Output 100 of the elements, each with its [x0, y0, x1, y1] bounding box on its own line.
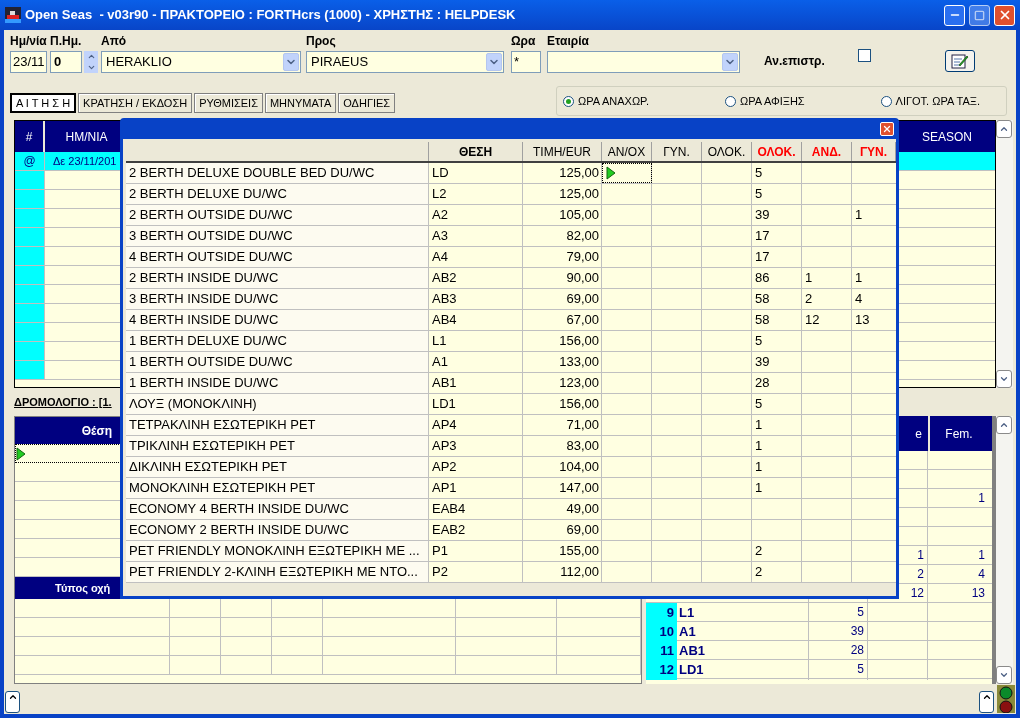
table-cell: 2 BERTH DELUXE DU/WC	[126, 184, 429, 204]
dropdown-icon[interactable]	[722, 53, 738, 71]
table-cell: AB2	[429, 268, 523, 288]
ship-icon	[5, 7, 21, 23]
chevron-up-icon[interactable]	[7, 692, 18, 702]
time-field[interactable]: *	[511, 51, 541, 73]
column-header: SEASON	[921, 128, 973, 146]
table-cell: 1 BERTH INSIDE DU/WC	[126, 373, 429, 393]
scroll-up-button[interactable]	[996, 120, 1012, 138]
column-header: ΓΥΝ.	[852, 142, 896, 161]
table-cell: 69,00	[523, 520, 602, 540]
table-cell: 5	[809, 603, 868, 623]
field-label: Π.Ημ.	[50, 34, 83, 50]
column-header: Θέση	[80, 422, 113, 440]
table-cell: ΤΕΤΡΑΚΛΙΝΗ ΕΣΩΤΕΡΙΚΗ PET	[126, 415, 429, 435]
table-cell-text: 1	[854, 206, 864, 225]
row-pointer-icon	[16, 446, 26, 461]
current-cell[interactable]	[602, 163, 652, 183]
origin-dropdown[interactable]: HERAKLIO	[101, 51, 301, 73]
tab[interactable]: ΟΔΗΓΙΕΣ	[338, 93, 396, 113]
maximize-button[interactable]	[969, 4, 990, 26]
table-cell: 1	[752, 415, 802, 435]
maximize-icon[interactable]	[974, 9, 985, 21]
table-cell: AP1	[429, 478, 523, 498]
row-number: 9	[646, 603, 677, 623]
table-cell: 105,00	[523, 205, 602, 225]
dropdown-icon[interactable]	[283, 53, 299, 71]
table-cell: 5	[809, 660, 868, 680]
tab[interactable]: ΡΥΘΜΙΣΕΙΣ	[194, 93, 263, 113]
chevron-up-icon[interactable]	[981, 692, 992, 702]
return-checkbox[interactable]	[857, 49, 871, 62]
expand-button[interactable]	[979, 691, 994, 713]
radio-icon[interactable]	[563, 95, 574, 107]
field-label: Ημ/νία	[10, 34, 47, 50]
date-field[interactable]: 23/11	[10, 51, 47, 73]
table-cell: ECONOMY 4 BERTH INSIDE DU/WC	[126, 499, 429, 519]
dropdown-icon[interactable]	[486, 53, 502, 71]
column-header: Fem.	[928, 416, 988, 451]
table-cell: 2	[752, 562, 802, 582]
column-header: Τύπος οχή	[54, 580, 112, 596]
table-cell: 17	[752, 226, 802, 246]
tab[interactable]: ΚΡΑΤΗΣΗ / ΕΚΔΟΣΗ	[78, 93, 193, 113]
table-cell: A3	[429, 226, 523, 246]
radio-option[interactable]: ΩΡΑ ΑΦΙΞΗΣ	[725, 92, 805, 110]
field-label: Από	[101, 34, 128, 50]
edit-button[interactable]	[944, 50, 975, 72]
destination-dropdown[interactable]: PIRAEUS	[306, 51, 504, 73]
table-cell: 12	[802, 310, 852, 330]
tab[interactable]: ΜΗΝΥΜΑΤΑ	[264, 93, 337, 113]
table-cell: 123,00	[523, 373, 602, 393]
table-cell: PET FRIENDLY ΜΟΝΟΚΛΙΝΗ ΕΞΩΤΕΡΙΚΗ ΜΕ ...	[126, 541, 429, 561]
table-cell: 2 BERTH OUTSIDE DU/WC	[126, 205, 429, 225]
table-cell: 1 BERTH OUTSIDE DU/WC	[126, 352, 429, 372]
radio-option[interactable]: ΛΙΓΟΤ. ΩΡΑ ΤΑΞ.	[880, 92, 980, 110]
table-cell: 39	[752, 205, 802, 225]
row-pointer-icon	[606, 166, 616, 180]
table-cell: 17	[752, 247, 802, 267]
row-number: 10	[646, 622, 677, 642]
table-cell-text: 1	[854, 269, 864, 288]
column-header: ΓΥΝ.	[652, 142, 702, 161]
tab[interactable]: Α Ι Τ Η Σ Η	[10, 93, 77, 113]
table-cell: 2 BERTH INSIDE DU/WC	[126, 268, 429, 288]
table-cell: ΜΟΝΟΚΛΙΝΗ ΕΣΩΤΕΡΙΚΗ PET	[126, 478, 429, 498]
table-cell: 39	[752, 352, 802, 372]
company-dropdown[interactable]	[547, 51, 740, 73]
table-cell: 82,00	[523, 226, 602, 246]
table-cell: 86	[752, 268, 802, 288]
table-cell: 58	[752, 289, 802, 309]
table-cell: 79,00	[523, 247, 602, 267]
field-label: Αν.επιστρ.	[764, 54, 825, 68]
table-cell: ΔΙΚΛΙΝΗ ΕΣΩΤΕΡΙΚΗ PET	[126, 457, 429, 477]
table-cell: L1	[677, 603, 809, 623]
table-cell: 5	[752, 394, 802, 414]
scroll-down-button[interactable]	[996, 666, 1012, 684]
table-cell: 67,00	[523, 310, 602, 330]
chevron-down-icon[interactable]	[999, 374, 1009, 384]
column-header: ΑΝΔ.	[802, 142, 852, 161]
table-cell: ECONOMY 2 BERTH INSIDE DU/WC	[126, 520, 429, 540]
table-cell: EAB4	[429, 499, 523, 519]
column-header: ΘΕΣΗ	[429, 142, 523, 161]
table-cell-text: 1	[977, 490, 986, 507]
table-cell: 3 BERTH INSIDE DU/WC	[126, 289, 429, 309]
table-cell: LD1	[429, 394, 523, 414]
table-cell-text: 13	[854, 311, 871, 330]
expand-button[interactable]	[5, 691, 20, 713]
scrollbar[interactable]	[996, 120, 1013, 388]
window-title: Open Seas - v03r90 - ΠΡΑΚΤΟΡΕΙΟ : FORTHcrs (1000) - ΧΡΗΣΤΗΣ : HELPDESK	[25, 6, 517, 25]
scrollbar[interactable]	[996, 416, 1013, 684]
table-cell: PET FRIENDLY 2-ΚΛΙΝΗ ΕΞΩΤΕΡΙΚΗ ΜΕ ΝΤΟ...	[126, 562, 429, 582]
scroll-down-button[interactable]	[996, 370, 1012, 388]
notepad-pencil-icon	[950, 53, 969, 69]
radio-icon[interactable]	[880, 95, 892, 107]
scroll-up-button[interactable]	[996, 416, 1012, 434]
chevron-down-icon[interactable]	[999, 670, 1009, 680]
days-field[interactable]: 0	[50, 51, 82, 73]
table-cell: 125,00	[523, 163, 602, 183]
minimize-button[interactable]	[944, 4, 965, 26]
radio-option[interactable]: ΩΡΑ ΑΝΑΧΩΡ.	[563, 92, 650, 110]
table-cell: A1	[429, 352, 523, 372]
radio-icon[interactable]	[725, 95, 736, 107]
